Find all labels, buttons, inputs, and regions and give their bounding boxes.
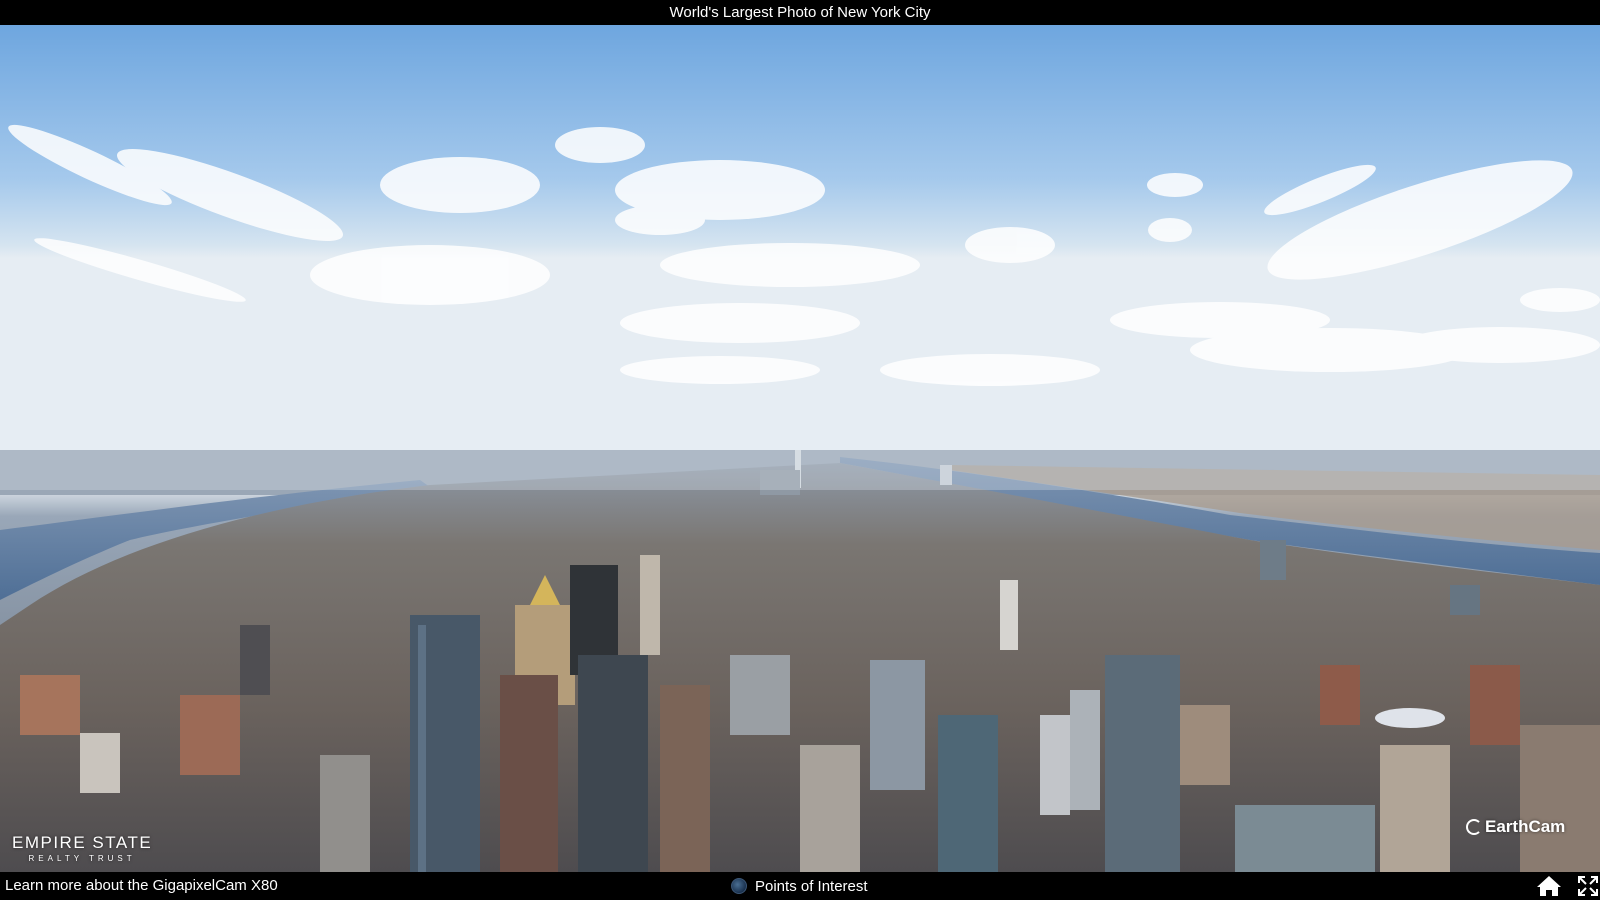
- bottom-toolbar: Learn more about the GigapixelCam X80 Po…: [0, 872, 1600, 900]
- globe-icon: [731, 878, 747, 894]
- home-icon[interactable]: [1536, 875, 1562, 897]
- logo-line-1: EMPIRE STATE: [12, 833, 153, 852]
- fullscreen-icon[interactable]: [1578, 876, 1598, 896]
- earthcam-mark-icon: [1466, 819, 1482, 835]
- learn-more-link[interactable]: Learn more about the GigapixelCam X80: [5, 872, 278, 900]
- points-of-interest-label: Points of Interest: [755, 877, 868, 895]
- earthcam-logo-text: EarthCam: [1485, 817, 1566, 836]
- earthcam-logo: EarthCam: [1466, 817, 1565, 837]
- points-of-interest-button[interactable]: Points of Interest: [731, 872, 868, 900]
- logo-line-2: REALTY TRUST: [28, 854, 136, 863]
- page-title: World's Largest Photo of New York City: [669, 4, 931, 21]
- city-panorama-image: [0, 25, 1600, 872]
- panorama-viewer[interactable]: EMPIRE STATE REALTY TRUST EarthCam: [0, 25, 1600, 872]
- title-bar: World's Largest Photo of New York City: [0, 0, 1600, 25]
- empire-state-realty-trust-logo: EMPIRE STATE REALTY TRUST: [12, 833, 152, 863]
